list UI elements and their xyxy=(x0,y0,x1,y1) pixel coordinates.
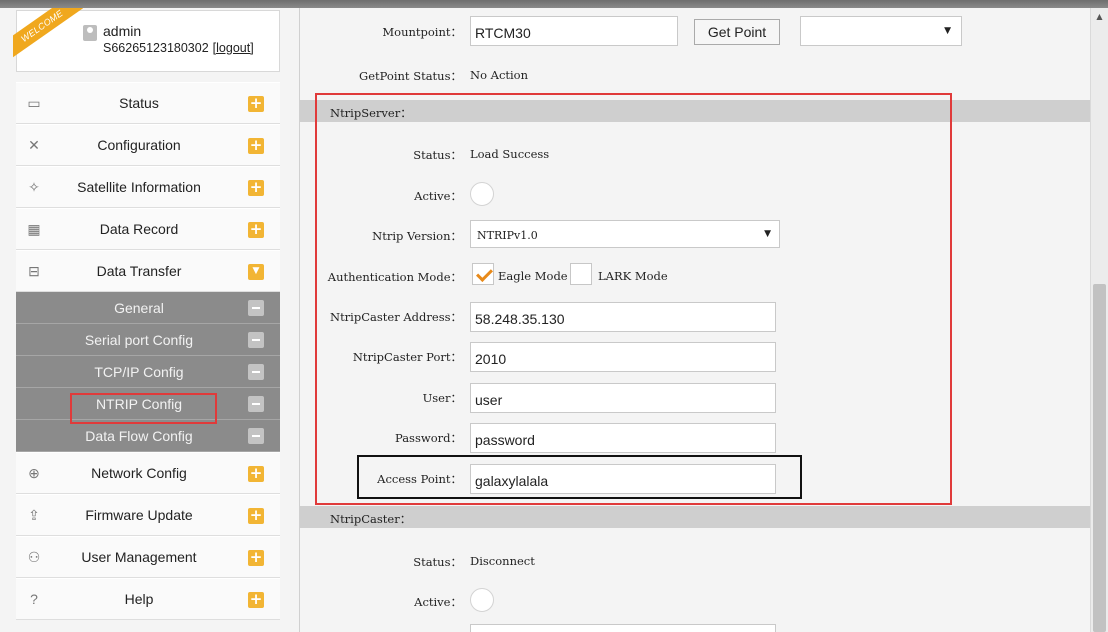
nav-item-data-transfer[interactable]: ⊟ Data Transfer ▼ xyxy=(16,250,280,292)
upload-icon: ⇪ xyxy=(28,507,40,523)
submenu-item-general[interactable]: General xyxy=(16,292,280,324)
lark-mode-label: LARK Mode xyxy=(598,269,668,283)
ntrip-version-label: Ntrip Version： xyxy=(372,229,462,243)
calendar-icon: ▦ xyxy=(27,221,41,237)
nav-menu: ▭ Status + ✕ Configuration + ✧ Satellite… xyxy=(16,82,280,620)
access-point-label: Access Point： xyxy=(377,472,462,486)
submenu-item-data-flow-config[interactable]: Data Flow Config xyxy=(16,420,280,452)
ntrip-server-header: NtripServer： xyxy=(300,100,1090,122)
chevron-down-icon: ▼ xyxy=(944,26,951,36)
nav-item-help[interactable]: ? Help + xyxy=(16,578,280,620)
get-point-button[interactable]: Get Point xyxy=(694,19,780,45)
welcome-ribbon: WELCOME xyxy=(13,8,83,77)
expand-icon[interactable]: + xyxy=(248,138,264,154)
chevron-down-icon: ▼ xyxy=(764,229,771,239)
nav-item-user-management[interactable]: ⚇ User Management + xyxy=(16,536,280,578)
caster-status-value: Disconnect xyxy=(470,554,535,568)
caster-port-input[interactable]: 2010 xyxy=(470,342,776,372)
nav-item-data-record[interactable]: ▦ Data Record + xyxy=(16,208,280,250)
server-status-label: Status： xyxy=(413,148,462,162)
minus-icon xyxy=(248,396,264,412)
server-active-row: Active： xyxy=(300,180,1090,210)
eagle-mode-checkbox[interactable] xyxy=(472,263,494,285)
access-point-input[interactable]: galaxylalala xyxy=(470,464,776,494)
auth-mode-row: Authentication Mode： Eagle Mode LARK Mod… xyxy=(300,261,1090,291)
submenu-item-tcpip-config[interactable]: TCP/IP Config xyxy=(16,356,280,388)
nav-item-configuration[interactable]: ✕ Configuration + xyxy=(16,124,280,166)
caster-status-row: Status： Disconnect xyxy=(300,546,1090,576)
scroll-thumb[interactable] xyxy=(1093,284,1106,632)
server-active-toggle[interactable] xyxy=(470,182,494,206)
expand-icon[interactable]: + xyxy=(248,550,264,566)
nav-item-network-config[interactable]: ⊕ Network Config + xyxy=(16,452,280,494)
caster-active-toggle[interactable] xyxy=(470,588,494,612)
caster-address-label: NtripCaster Address： xyxy=(330,310,462,324)
getpoint-status-label: GetPoint Status： xyxy=(359,69,462,83)
password-input[interactable]: password xyxy=(470,423,776,453)
collapse-icon[interactable]: ▼ xyxy=(248,264,264,280)
user-icon xyxy=(83,25,97,41)
caster-status-label: Status： xyxy=(413,555,462,569)
caster-next-input[interactable] xyxy=(470,624,776,632)
submenu-item-serial-port-config[interactable]: Serial port Config xyxy=(16,324,280,356)
user-serial: S66265123180302 [logout] xyxy=(103,41,254,55)
expand-icon[interactable]: + xyxy=(248,222,264,238)
nav-item-status[interactable]: ▭ Status + xyxy=(16,82,280,124)
caster-active-row: Active： xyxy=(300,586,1090,616)
access-point-row: Access Point： galaxylalala xyxy=(300,463,1090,494)
mountpoint-select[interactable]: ▼ xyxy=(800,16,962,46)
mountpoint-input[interactable]: RTCM30 xyxy=(470,16,678,46)
satellite-icon: ✧ xyxy=(28,179,40,195)
nav-item-firmware-update[interactable]: ⇪ Firmware Update + xyxy=(16,494,280,536)
expand-icon[interactable]: + xyxy=(248,96,264,112)
caster-address-input[interactable]: 58.248.35.130 xyxy=(470,302,776,332)
expand-icon[interactable]: + xyxy=(248,592,264,608)
caster-port-label: NtripCaster Port： xyxy=(352,350,462,364)
password-label: Password： xyxy=(394,431,462,445)
monitor-icon: ▭ xyxy=(27,95,41,111)
caster-active-label: Active： xyxy=(414,595,462,609)
lark-mode-checkbox[interactable] xyxy=(570,263,592,285)
user-row: User： user xyxy=(300,382,1090,413)
user-input[interactable]: user xyxy=(470,383,776,413)
ntrip-caster-header: NtripCaster： xyxy=(300,506,1090,528)
caster-address-row: NtripCaster Address： 58.248.35.130 xyxy=(300,301,1090,332)
nav-item-satellite-information[interactable]: ✧ Satellite Information + xyxy=(16,166,280,208)
users-icon: ⚇ xyxy=(27,549,41,565)
main-panel: Mountpoint： RTCM30 Get Point ▼ GetPoint … xyxy=(300,8,1090,632)
server-status-value: Load Success xyxy=(470,147,550,161)
user-name: admin xyxy=(103,23,142,39)
expand-icon[interactable]: + xyxy=(248,508,264,524)
ntrip-version-select[interactable]: NTRIPv1.0 ▼ xyxy=(470,220,780,248)
user-label: User： xyxy=(422,391,462,405)
mountpoint-label: Mountpoint： xyxy=(382,25,462,39)
server-active-label: Active： xyxy=(414,189,462,203)
auth-mode-label: Authentication Mode： xyxy=(327,270,462,284)
minus-icon xyxy=(248,300,264,316)
sidebar: WELCOME admin S66265123180302 [logout] ▭ … xyxy=(0,8,300,632)
expand-icon[interactable]: + xyxy=(248,466,264,482)
minus-icon xyxy=(248,332,264,348)
getpoint-status-row: GetPoint Status： No Action xyxy=(300,60,1090,90)
window-top-bar xyxy=(0,0,1108,8)
scroll-up-icon[interactable]: ▲ xyxy=(1091,8,1108,26)
globe-icon: ⊕ xyxy=(28,465,40,481)
logout-link[interactable]: [logout] xyxy=(213,41,254,55)
minus-icon xyxy=(248,364,264,380)
caster-port-row: NtripCaster Port： 2010 xyxy=(300,341,1090,372)
server-status-row: Status： Load Success xyxy=(300,139,1090,169)
vertical-scrollbar[interactable]: ▲ xyxy=(1090,8,1108,632)
tools-icon: ✕ xyxy=(28,137,40,153)
expand-icon[interactable]: + xyxy=(248,180,264,196)
ntrip-config-highlight xyxy=(70,393,217,424)
password-row: Password： password xyxy=(300,422,1090,453)
ntrip-version-row: Ntrip Version： NTRIPv1.0 ▼ xyxy=(300,220,1090,250)
eagle-mode-label: Eagle Mode xyxy=(498,269,568,283)
user-panel: WELCOME admin S66265123180302 [logout] xyxy=(13,8,280,72)
minus-icon xyxy=(248,428,264,444)
getpoint-status-value: No Action xyxy=(470,68,529,82)
network-icon: ⊟ xyxy=(28,263,40,279)
question-icon: ? xyxy=(30,591,38,607)
